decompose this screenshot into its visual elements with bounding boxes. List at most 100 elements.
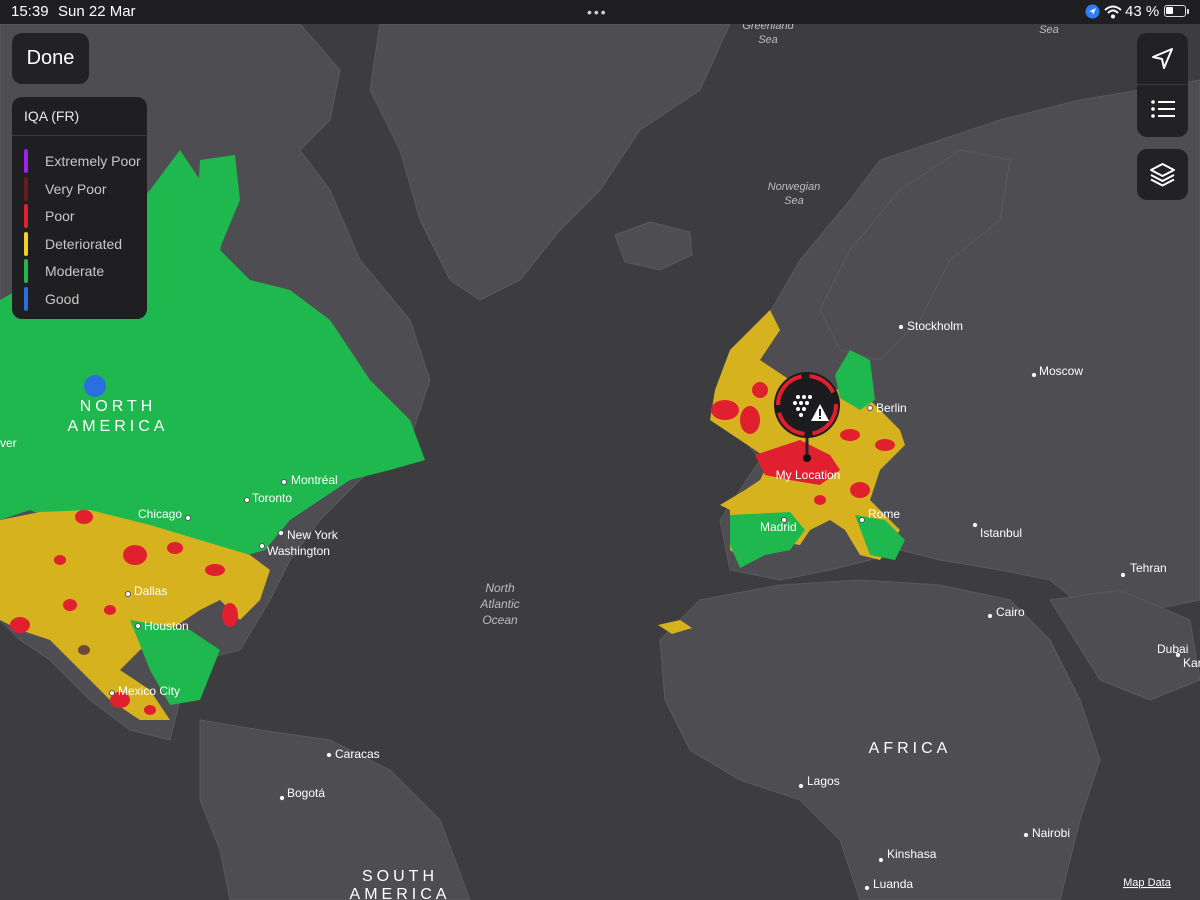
aq-icon-dot (805, 401, 809, 405)
aq-spot (104, 605, 116, 615)
legend-item-deteriorated: Deteriorated (22, 232, 147, 256)
aq-spot (205, 564, 225, 576)
done-button[interactable]: Done (12, 33, 89, 84)
list-icon[interactable] (1150, 98, 1176, 120)
aq-good-spot (84, 375, 106, 397)
aq-spot (752, 382, 768, 398)
city-label-mexico-city: Mexico City (118, 684, 180, 698)
city-dot (244, 497, 250, 503)
north-america-label-2: AMERICA (68, 418, 169, 435)
city-dot (1120, 572, 1126, 578)
city-label-washington: Washington (267, 544, 330, 558)
location-services-icon (1085, 4, 1100, 19)
layers-button[interactable] (1137, 149, 1188, 200)
aq-icon-dot (793, 401, 797, 405)
north-atlantic-label-2: Atlantic (479, 597, 519, 611)
legend-label: Moderate (45, 263, 105, 279)
my-location-dot (803, 454, 811, 462)
battery-tip (1187, 9, 1189, 14)
city-label-montreal: Montréal (291, 473, 338, 487)
city-label-karachi-partial: Kar (1183, 656, 1200, 670)
city-dot (972, 522, 978, 528)
legend-swatch (24, 177, 28, 201)
africa-label: AFRICA (869, 740, 952, 757)
wifi-icon (1104, 5, 1122, 19)
warning-dot (819, 417, 821, 419)
city-label-istanbul: Istanbul (980, 526, 1022, 540)
city-label-kinshasa: Kinshasa (887, 847, 937, 861)
battery-icon (1164, 5, 1186, 17)
aq-icon-dot (799, 401, 803, 405)
north-atlantic-label-3: Ocean (482, 613, 518, 627)
city-dot (1023, 832, 1029, 838)
city-label-berlin: Berlin (876, 401, 907, 415)
aq-spot (222, 603, 238, 627)
norwegian-sea-label-1: Norwegian (768, 181, 821, 193)
city-label-stockholm: Stockholm (907, 319, 963, 333)
city-dot (1031, 372, 1037, 378)
city-label-chicago: Chicago (138, 507, 182, 521)
legend-item-poor: Poor (22, 204, 147, 228)
aq-spot (54, 555, 66, 565)
city-label-luanda: Luanda (873, 877, 913, 891)
legend-divider (12, 135, 147, 136)
legend-swatch (24, 259, 28, 283)
aq-icon-dot (799, 413, 803, 417)
city-label-moscow: Moscow (1039, 364, 1083, 378)
city-label-nairobi: Nairobi (1032, 826, 1070, 840)
city-label-dubai: Dubai (1157, 642, 1188, 656)
location-arrow-icon[interactable] (1150, 46, 1175, 71)
city-dot (867, 405, 873, 411)
south-america-label-2: AMERICA (350, 886, 451, 900)
city-dot (798, 783, 804, 789)
legend-label: Deteriorated (45, 236, 123, 252)
city-label-tehran: Tehran (1130, 561, 1167, 575)
aq-very-poor-spot (78, 645, 90, 655)
aq-icon-dot (796, 395, 800, 399)
legend-swatch (24, 149, 28, 173)
city-dot (878, 857, 884, 863)
legend-swatch (24, 204, 28, 228)
city-dot (259, 543, 265, 549)
map-canvas[interactable]: NORTH AMERICA SOUTH AMERICA AFRICA Green… (0, 0, 1200, 900)
aq-spot (144, 705, 156, 715)
city-dot (279, 795, 285, 801)
legend-label: Poor (45, 208, 75, 224)
battery-percentage: 43 % (1125, 3, 1160, 20)
city-dot (135, 623, 141, 629)
status-date: Sun 22 Mar (58, 3, 136, 20)
aq-spot (875, 439, 895, 451)
city-label-cairo: Cairo (996, 605, 1025, 619)
aq-spot (711, 400, 739, 420)
city-label-dallas: Dallas (134, 584, 167, 598)
city-dot (109, 690, 115, 696)
city-dot (987, 613, 993, 619)
aq-icon-dot (808, 395, 812, 399)
legend-item-good: Good (22, 287, 147, 311)
city-dot (864, 885, 870, 891)
aq-spot (10, 617, 30, 633)
sea-partial-label: Sea (1039, 24, 1059, 36)
city-label-madrid: Madrid (760, 520, 797, 534)
city-label-houston: Houston (144, 619, 189, 633)
legend-swatch (24, 287, 28, 311)
status-bar: 15:39 Sun 22 Mar ••• 43 % (0, 0, 1200, 24)
greenland-sea-label-2: Sea (758, 34, 778, 46)
city-label-new-york: New York (287, 528, 339, 542)
city-dot (326, 752, 332, 758)
city-dot (185, 515, 191, 521)
aqi-legend: IQA (FR) Extremely Poor Very Poor Poor D… (12, 97, 147, 319)
legend-item-extremely-poor: Extremely Poor (22, 149, 147, 173)
city-label-bogota: Bogotá (287, 786, 325, 800)
city-label-rome: Rome (868, 507, 900, 521)
legend-label: Good (45, 291, 80, 307)
aq-icon-dot (802, 395, 806, 399)
map-controls-group (1137, 33, 1188, 137)
legend-title: IQA (FR) (24, 108, 80, 124)
map-data-attribution[interactable]: Map Data (1123, 877, 1172, 889)
aq-spot (814, 495, 826, 505)
multitasking-dots-icon[interactable]: ••• (587, 4, 608, 20)
warning-mark (819, 409, 821, 416)
legend-item-very-poor: Very Poor (22, 177, 147, 201)
legend-label: Extremely Poor (45, 153, 141, 169)
